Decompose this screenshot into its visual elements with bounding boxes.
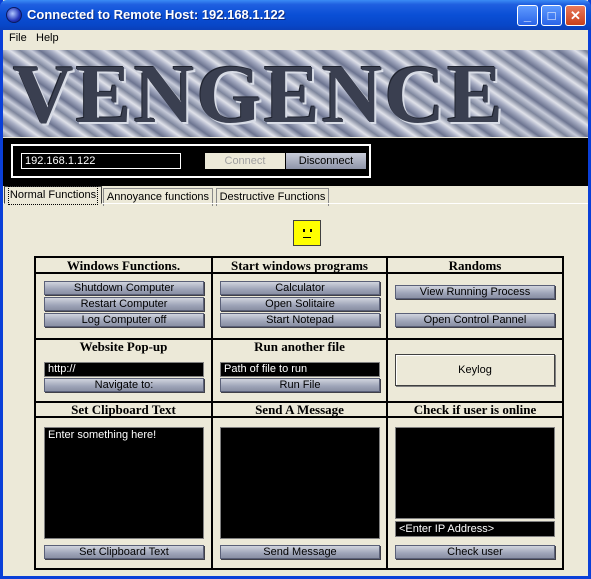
connect-button[interactable]: Connect xyxy=(205,153,285,169)
minimize-icon: _ xyxy=(523,8,532,23)
section-title-online: Check if user is online xyxy=(413,402,537,417)
menu-help[interactable]: Help xyxy=(36,32,59,44)
send-message-button[interactable]: Send Message xyxy=(220,545,380,559)
open-control-pannel-button[interactable]: Open Control Pannel xyxy=(395,313,555,327)
clipboard-text-area[interactable]: Enter something here! xyxy=(44,427,204,539)
connection-box: 192.168.1.122 Connect Disconnect xyxy=(11,144,371,178)
disconnect-button[interactable]: Disconnect xyxy=(286,153,366,169)
close-button[interactable]: ✕ xyxy=(565,5,586,26)
restart-computer-button[interactable]: Restart Computer xyxy=(44,297,204,311)
host-input[interactable]: 192.168.1.122 xyxy=(21,153,181,169)
section-title-clipboard: Set Clipboard Text xyxy=(71,402,176,417)
tab-label: Normal Functions xyxy=(7,186,99,205)
app-icon xyxy=(6,7,22,23)
maximize-icon: □ xyxy=(547,8,556,23)
title-bar[interactable]: Connected to Remote Host: 192.168.1.122 … xyxy=(0,0,591,30)
connection-bar: 192.168.1.122 Connect Disconnect xyxy=(3,138,588,186)
banner-image: VENGENCE xyxy=(3,50,588,137)
menu-bar: File Help xyxy=(3,30,588,48)
view-running-process-button[interactable]: View Running Process xyxy=(395,285,555,299)
calculator-button[interactable]: Calculator xyxy=(220,281,380,295)
section-title-randoms: Randoms xyxy=(448,258,502,273)
file-path-input[interactable]: Path of file to run xyxy=(220,362,380,377)
window-title: Connected to Remote Host: 192.168.1.122 xyxy=(27,7,285,22)
smiley-eye xyxy=(303,229,305,232)
keylog-button[interactable]: Keylog xyxy=(395,354,555,386)
banner-logo-text: VENGENCE xyxy=(13,50,506,138)
ip-address-input[interactable]: <Enter IP Address> xyxy=(395,521,555,537)
maximize-button[interactable]: □ xyxy=(541,5,562,26)
smiley-mouth xyxy=(303,237,311,238)
smiley-icon xyxy=(293,220,321,246)
check-user-button[interactable]: Check user xyxy=(395,545,555,559)
section-title-message: Send A Message xyxy=(255,402,344,417)
minimize-button[interactable]: _ xyxy=(517,5,538,26)
website-url-input[interactable]: http:// xyxy=(44,362,204,377)
close-icon: ✕ xyxy=(570,8,581,23)
section-title-windows: Windows Functions. xyxy=(66,258,181,273)
menu-file[interactable]: File xyxy=(9,32,27,44)
smiley-eye xyxy=(310,229,312,232)
section-title-runfile: Run another file xyxy=(254,339,345,354)
online-output-area xyxy=(395,427,555,519)
section-title-programs: Start windows programs xyxy=(231,258,368,273)
message-text-area[interactable] xyxy=(220,427,380,539)
set-clipboard-text-button[interactable]: Set Clipboard Text xyxy=(44,545,204,559)
navigate-to-button[interactable]: Navigate to: xyxy=(44,378,204,392)
tab-normal-functions[interactable]: Normal Functions xyxy=(4,186,102,205)
run-file-button[interactable]: Run File xyxy=(220,378,380,392)
functions-grid: Windows Functions. Start windows program… xyxy=(34,256,564,570)
section-title-popup: Website Pop-up xyxy=(79,339,168,354)
log-computer-off-button[interactable]: Log Computer off xyxy=(44,313,204,327)
open-solitaire-button[interactable]: Open Solitaire xyxy=(220,297,380,311)
start-notepad-button[interactable]: Start Notepad xyxy=(220,313,380,327)
shutdown-computer-button[interactable]: Shutdown Computer xyxy=(44,281,204,295)
